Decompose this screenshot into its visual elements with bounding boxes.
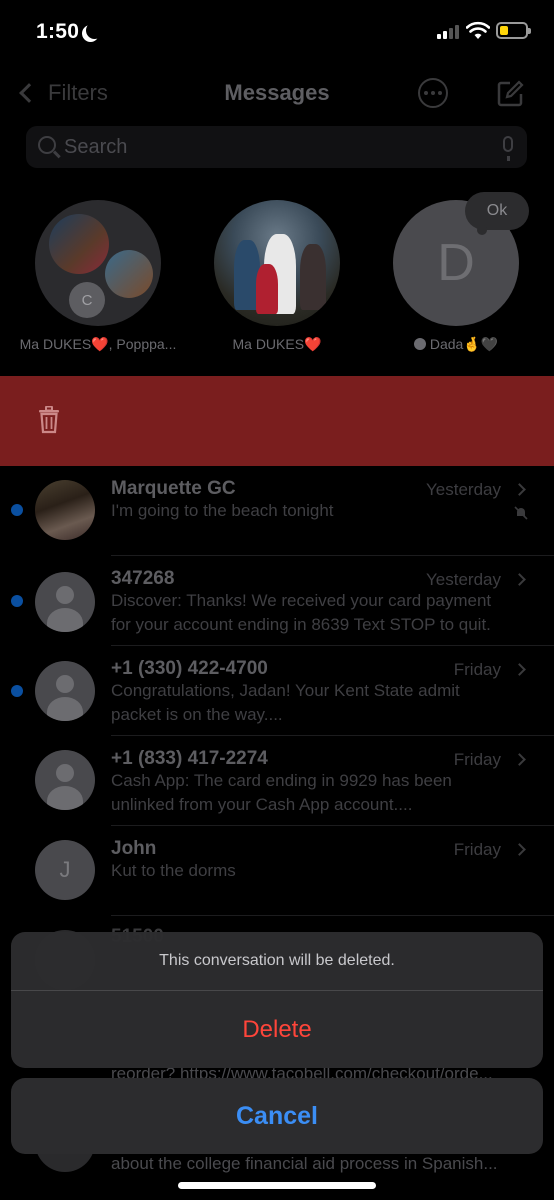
- timestamp: Friday: [453, 750, 501, 769]
- pinned-conversation-group[interactable]: C Ma DUKES❤️, Popppa...: [20, 200, 176, 353]
- search-input[interactable]: [64, 136, 484, 159]
- trash-icon: [39, 406, 59, 434]
- delete-button[interactable]: Delete: [11, 991, 543, 1068]
- unread-indicator: [11, 685, 23, 697]
- chevron-right-icon: [513, 753, 526, 766]
- conversation-row[interactable]: J John Friday Kut to the dorms: [0, 826, 554, 916]
- conversation-row[interactable]: 347268 Yesterday Discover: Thanks! We re…: [0, 556, 554, 646]
- battery-icon: [496, 22, 531, 39]
- initial-avatar: J: [35, 840, 95, 900]
- avatar-initial: C: [69, 282, 105, 318]
- unread-indicator: [11, 504, 23, 516]
- chevron-right-icon: [513, 663, 526, 676]
- message-preview-line-1: Discover: Thanks! We received your card …: [111, 591, 492, 610]
- pinned-label: Ma DUKES❤️: [232, 336, 322, 352]
- timestamp: Friday: [453, 840, 501, 859]
- message-preview-line-2: packet is on the way....: [111, 705, 283, 724]
- microphone-icon[interactable]: [503, 136, 513, 161]
- swipe-delete-action[interactable]: [0, 376, 554, 466]
- nav-bar: Filters Messages: [0, 66, 554, 122]
- action-sheet-message: This conversation will be deleted.: [159, 952, 395, 969]
- group-photo-avatar: [35, 480, 95, 540]
- message-preview-line-1: Congratulations, Jadan! Your Kent State …: [111, 681, 460, 700]
- default-contact-avatar: [35, 750, 95, 810]
- contact-name: +1 (330) 422-4700: [111, 658, 268, 679]
- status-bar: 1:50: [0, 0, 554, 66]
- contact-name: John: [111, 838, 157, 859]
- page-title: Messages: [224, 80, 330, 105]
- status-time: 1:50: [36, 20, 80, 43]
- unread-indicator: [11, 595, 23, 607]
- conversation-row[interactable]: +1 (330) 422-4700 Friday Congratulations…: [0, 646, 554, 736]
- conversation-row[interactable]: Marquette GC Yesterday I'm going to the …: [0, 466, 554, 556]
- message-preview: I'm going to the beach tonight: [111, 501, 334, 520]
- timestamp: Friday: [453, 660, 501, 679]
- pinned-conversation-ma-dukes[interactable]: Ma DUKES❤️: [212, 200, 342, 353]
- typing-preview-bubble: Ok: [465, 192, 529, 235]
- message-preview-tail: about the college financial aid process …: [111, 1154, 498, 1173]
- wifi-icon: [466, 21, 490, 39]
- search-icon: [38, 136, 56, 154]
- chevron-right-icon: [513, 843, 526, 856]
- chevron-right-icon: [513, 573, 526, 586]
- pinned-label: Dada🤞🖤: [391, 336, 521, 353]
- photo-avatar: [214, 200, 340, 326]
- message-preview-line-2: for your account ending in 8639 Text STO…: [111, 615, 491, 634]
- muted-bell-icon: [514, 506, 528, 520]
- timestamp: Yesterday: [426, 480, 501, 499]
- timestamp: Yesterday: [426, 570, 501, 589]
- more-options-button[interactable]: [418, 78, 448, 108]
- contact-name: Marquette GC: [111, 478, 236, 499]
- conversation-row[interactable]: +1 (833) 417-2274 Friday Cash App: The c…: [0, 736, 554, 826]
- pinned-label: Ma DUKES❤️, Popppa...: [19, 336, 177, 352]
- unread-dot-icon: [413, 338, 426, 350]
- message-preview-line-2: unlinked from your Cash App account....: [111, 795, 413, 814]
- chevron-right-icon: [513, 483, 526, 496]
- action-sheet: This conversation will be deleted. Delet…: [11, 932, 543, 1068]
- cellular-signal-icon: [437, 24, 459, 39]
- compose-button[interactable]: [496, 80, 524, 108]
- home-indicator: [178, 1182, 376, 1189]
- moon-icon: [86, 22, 103, 39]
- search-bar[interactable]: [26, 126, 527, 168]
- contact-name: +1 (833) 417-2274: [111, 748, 268, 769]
- group-avatar: C: [35, 200, 161, 326]
- message-preview: Kut to the dorms: [111, 861, 236, 880]
- cancel-button[interactable]: Cancel: [11, 1078, 543, 1154]
- default-contact-avatar: [35, 572, 95, 632]
- contact-name: 347268: [111, 568, 175, 589]
- message-preview-line-1: Cash App: The card ending in 9929 has be…: [111, 771, 452, 790]
- default-contact-avatar: [35, 661, 95, 721]
